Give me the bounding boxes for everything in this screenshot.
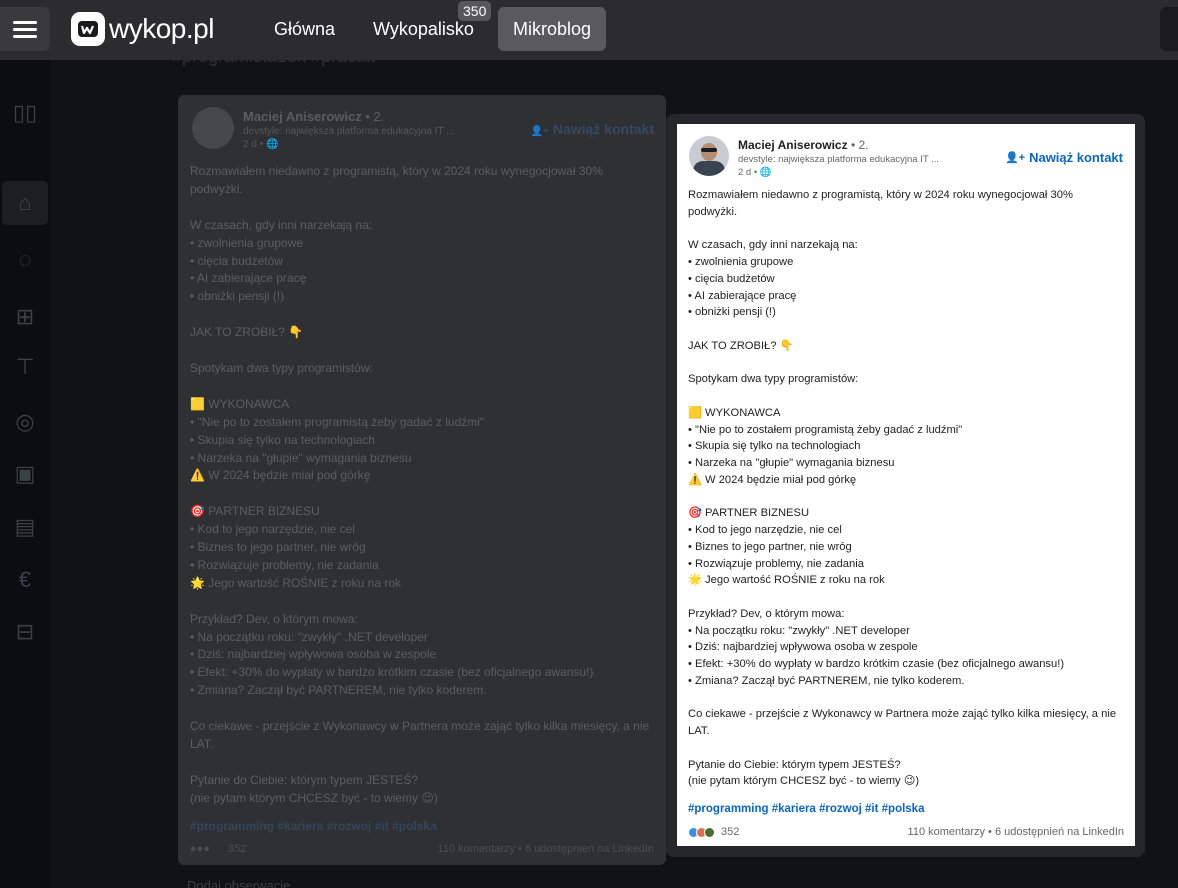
dimmed-author-subtitle: devstyle: największa platforma edukacyjn… [243,126,455,137]
site-logo[interactable]: wykop.pl [71,12,214,46]
nav-item-glowna[interactable]: Główna [259,7,350,51]
author-name: Maciej Aniserowicz • 2. [738,138,869,152]
panel-icon[interactable]: ▯▯ [0,91,50,135]
wykopalisko-count-badge: 350 [458,1,492,21]
news-icon[interactable]: ▤ [0,505,50,549]
dimmed-post-body: Rozmawiałem niedawno z programistą, któr… [190,164,650,805]
search-button[interactable] [1160,7,1178,51]
connect-label: Nawiąż kontakt [1029,150,1123,165]
logo-text: wykop.pl [109,13,214,44]
briefcase-icon[interactable]: ⊟ [0,610,50,654]
hashtags: #programming #kariera #rozwoj #it #polsk… [688,803,925,815]
author-subtitle: devstyle: największa platforma edukacyjn… [738,154,940,165]
dimmed-hashtags: #programming #kariera #rozwoj #it #polsk… [190,819,437,833]
avatar [689,136,729,176]
dimmed-post-stats: 110 komentarzy • 6 udostępnień na Linked… [437,843,654,855]
dimmed-post-footer: ●●● 352 110 komentarzy • 6 udostępnień n… [190,843,654,855]
sidebar: ▯▯ ⌂ ◌ ⊞ ⊤ ◎ ▣ ▤ € ⊟ [0,60,50,888]
steering-wheel-icon[interactable]: ◎ [0,400,50,444]
dimmed-reactions-count: 352 [228,843,247,855]
post-time: 2 d • 🌐 [738,167,772,178]
connect-button: 👤+ Nawiąż kontakt [1005,150,1123,165]
euro-icon[interactable]: € [0,558,50,602]
reaction-icons [688,826,715,838]
lightbulb-icon[interactable]: ◌ [0,238,50,282]
dimmed-connect-button: 👤+ Nawiąż kontakt [530,121,654,137]
dimmed-author-name: Maciej Aniserowicz • 2. [243,109,385,124]
reactions: 352 [688,826,739,838]
wykop-logo-icon [71,12,105,46]
reactions-count: 352 [721,826,740,838]
post-stats: 110 komentarzy • 6 udostępnień na Linked… [907,826,1124,838]
dimmed-post-image: Maciej Aniserowicz • 2. devstyle: najwię… [178,95,666,865]
menu-button[interactable] [0,7,50,51]
linkedin-post-image[interactable]: Maciej Aniserowicz • 2. devstyle: najwię… [677,124,1135,846]
add-person-icon: 👤+ [1004,152,1026,164]
top-navigation: wykop.pl Główna Wykopalisko 350 Mikroblo… [0,0,1178,60]
gamepad-icon[interactable]: ⊞ [0,295,50,339]
nav-item-mikroblog[interactable]: Mikroblog [498,7,607,51]
shirt-icon[interactable]: ⊤ [0,345,50,389]
bottom-action-text: Dodaj obserwację [187,878,291,888]
chip-icon[interactable]: ▣ [0,452,50,496]
dimmed-post-time: 2 d • 🌐 [243,139,279,150]
hamburger-icon [13,19,37,40]
home-icon[interactable]: ⌂ [2,181,48,225]
dimmed-reaction-icons: ●●● [190,843,210,855]
dimmed-avatar [192,107,234,149]
post-body: Rozmawiałem niedawno z programistą, któr… [688,189,1117,788]
